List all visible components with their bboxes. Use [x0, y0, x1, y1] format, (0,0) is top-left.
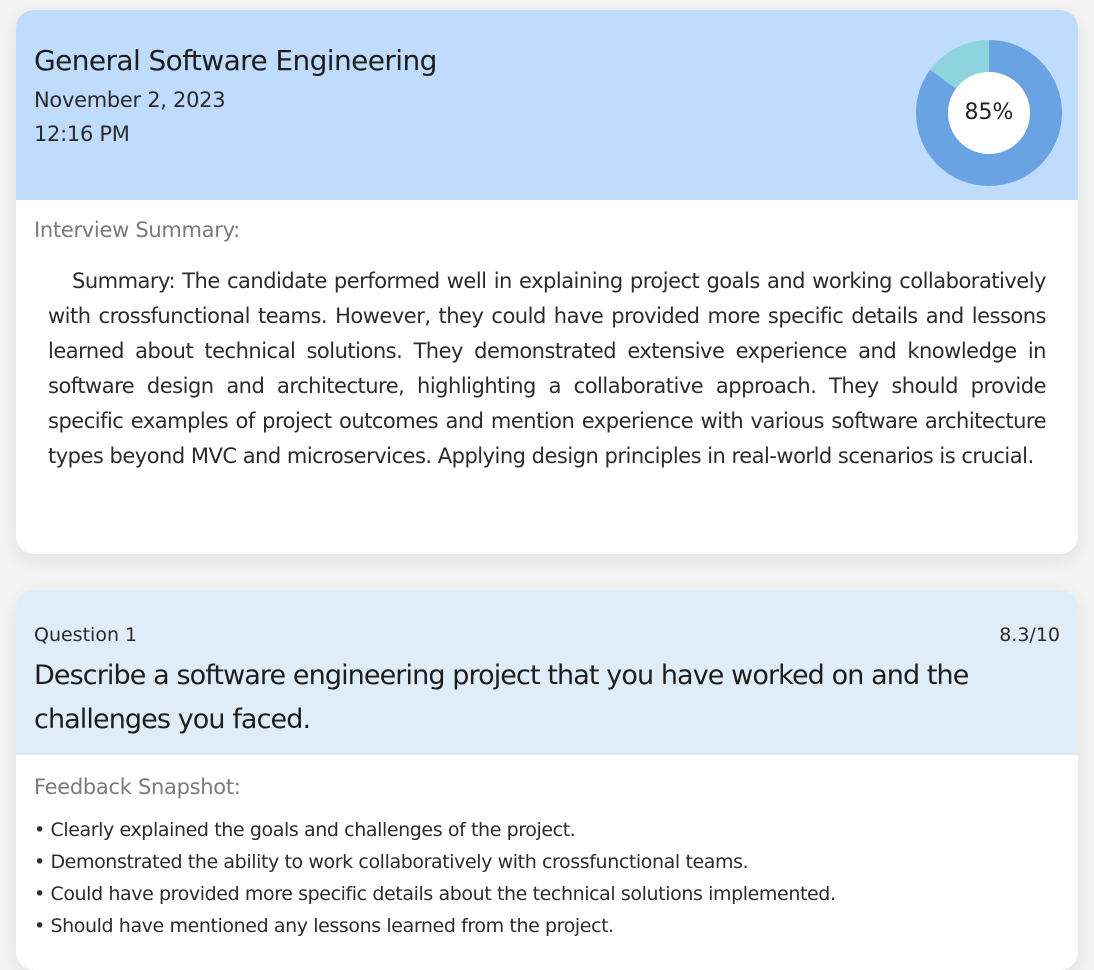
feedback-item: Clearly explained the goals and challeng…: [34, 814, 1064, 846]
score-percent: 85%: [964, 100, 1014, 125]
summary-label: Interview Summary:: [34, 218, 240, 242]
summary-text: Summary: The candidate performed well in…: [48, 269, 1047, 468]
question-card: Question 1 8.3/10 Describe a software en…: [16, 590, 1078, 970]
feedback-item: Could have provided more specific detail…: [34, 878, 1064, 910]
feedback-item: Demonstrated the ability to work collabo…: [34, 846, 1064, 878]
feedback-label: Feedback Snapshot:: [34, 775, 241, 799]
feedback-list: Clearly explained the goals and challeng…: [34, 814, 1064, 942]
question-header: Question 1 8.3/10 Describe a software en…: [16, 590, 1078, 755]
score-donut-chart: 85%: [916, 40, 1062, 186]
report-title: General Software Engineering: [34, 44, 437, 77]
report-header: General Software Engineering November 2,…: [16, 10, 1078, 200]
question-number: Question 1: [34, 624, 138, 646]
feedback-item: Should have mentioned any lessons learne…: [34, 910, 1064, 942]
question-text: Describe a software engineering project …: [34, 660, 969, 735]
question-score: 8.3/10: [999, 624, 1060, 646]
interview-report-card: General Software Engineering November 2,…: [16, 10, 1078, 554]
report-date: November 2, 2023: [34, 88, 226, 112]
report-time: 12:16 PM: [34, 122, 130, 146]
